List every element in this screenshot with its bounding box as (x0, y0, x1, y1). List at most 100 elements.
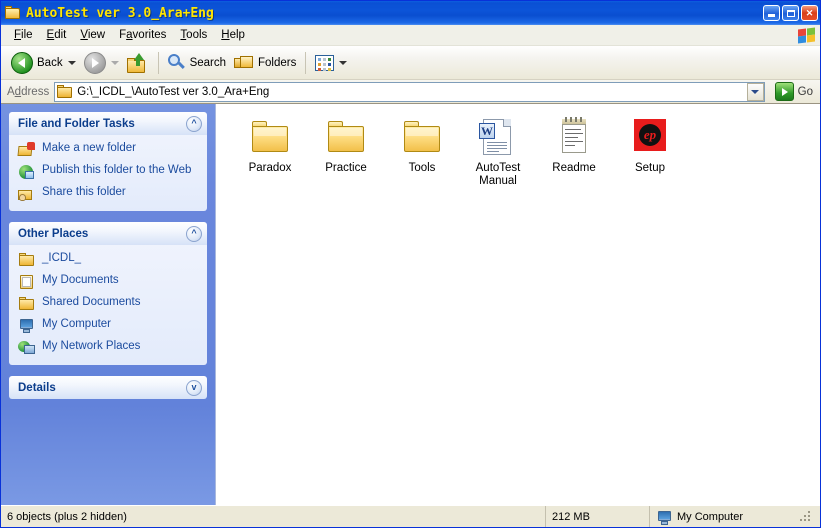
folder-icon (398, 116, 446, 158)
share-folder-icon (18, 186, 36, 202)
maximize-button[interactable] (782, 5, 799, 21)
list-item[interactable]: Practice (308, 116, 384, 188)
back-dropdown-caret-icon[interactable] (68, 61, 76, 65)
place-icdl[interactable]: _ICDL_ (18, 252, 199, 268)
list-item[interactable]: Tools (384, 116, 460, 188)
new-folder-icon (18, 142, 36, 158)
place-label-my-computer: My Computer (42, 318, 111, 331)
folders-button-label: Folders (258, 57, 296, 69)
list-item[interactable]: Readme (536, 116, 612, 188)
list-item[interactable]: W AutoTest Manual (460, 116, 536, 188)
up-button[interactable] (123, 49, 153, 77)
panel-title-details: Details (18, 382, 186, 394)
menu-tools[interactable]: Tools (173, 27, 214, 43)
panel-file-and-folder-tasks: File and Folder Tasks ^ Make a new folde… (9, 112, 207, 211)
forward-button[interactable] (80, 49, 123, 77)
panel-title-other-places: Other Places (18, 228, 186, 240)
window-folder-icon (5, 6, 21, 20)
close-button[interactable]: ✕ (801, 5, 818, 21)
folder-icon-2 (18, 296, 36, 312)
toolbar-separator-2 (305, 52, 306, 74)
item-label: AutoTest Manual (461, 162, 535, 188)
panel-other-places: Other Places ^ _ICDL_ My Documents Share… (9, 222, 207, 365)
back-button-label: Back (37, 57, 63, 69)
word-document-icon: W (474, 116, 522, 158)
status-location-label: My Computer (677, 511, 743, 523)
my-computer-icon (656, 510, 672, 524)
place-shared-documents[interactable]: Shared Documents (18, 296, 199, 312)
search-button-label: Search (190, 57, 226, 69)
menu-file[interactable]: File (7, 27, 40, 43)
status-bar: 6 objects (plus 2 hidden) 212 MB My Comp… (1, 505, 820, 527)
folders-icon (234, 55, 254, 71)
item-label: Tools (409, 162, 436, 175)
resize-grip[interactable] (800, 511, 812, 523)
task-share-this-folder[interactable]: Share this folder (18, 186, 199, 202)
window-controls: ✕ (763, 5, 818, 21)
publish-web-icon (18, 164, 36, 180)
task-make-new-folder[interactable]: Make a new folder (18, 142, 199, 158)
panel-header-file-and-folder-tasks[interactable]: File and Folder Tasks ^ (9, 112, 207, 135)
menu-bar: File Edit View Favorites Tools Help (1, 25, 820, 46)
list-item[interactable]: ep Setup (612, 116, 688, 188)
status-location: My Computer (650, 506, 820, 527)
status-objects: 6 objects (plus 2 hidden) (1, 506, 546, 527)
views-button[interactable] (311, 53, 351, 73)
views-icon (315, 55, 334, 71)
address-input[interactable]: G:\_ICDL_\AutoTest ver 3.0_Ara+Eng (54, 82, 764, 102)
place-my-network-places[interactable]: My Network Places (18, 340, 199, 356)
views-dropdown-caret-icon[interactable] (339, 61, 347, 65)
task-label-make-new-folder: Make a new folder (42, 142, 136, 155)
search-button[interactable]: Search (164, 49, 230, 77)
menu-view[interactable]: View (73, 27, 112, 43)
panel-header-details[interactable]: Details v (9, 376, 207, 399)
address-value: G:\_ICDL_\AutoTest ver 3.0_Ara+Eng (77, 86, 269, 98)
window-title: AutoTest ver 3.0_Ara+Eng (26, 6, 214, 21)
collapse-chevron-up-icon-2[interactable]: ^ (186, 226, 202, 242)
text-document-icon (550, 116, 598, 158)
menu-help[interactable]: Help (214, 27, 252, 43)
go-button-label: Go (798, 86, 813, 98)
task-label-publish-to-web: Publish this folder to the Web (42, 164, 191, 177)
folder-icon (246, 116, 294, 158)
forward-dropdown-caret-icon[interactable] (111, 61, 119, 65)
minimize-button[interactable] (763, 5, 780, 21)
window-body: File and Folder Tasks ^ Make a new folde… (1, 104, 820, 505)
list-item[interactable]: Paradox (232, 116, 308, 188)
search-icon (168, 54, 186, 72)
folders-button[interactable]: Folders (230, 49, 300, 77)
panel-details: Details v (9, 376, 207, 399)
explorer-window: AutoTest ver 3.0_Ara+Eng ✕ File Edit Vie… (0, 0, 821, 528)
place-my-documents[interactable]: My Documents (18, 274, 199, 290)
go-button[interactable]: Go (771, 82, 817, 101)
address-label: Address (4, 86, 54, 98)
expand-chevron-down-icon[interactable]: v (186, 380, 202, 396)
item-label: Practice (325, 162, 367, 175)
place-label-my-documents: My Documents (42, 274, 119, 287)
windows-logo-icon (796, 27, 816, 44)
file-list-view[interactable]: Paradox Practice Tools (215, 104, 820, 505)
place-my-computer[interactable]: My Computer (18, 318, 199, 334)
setup-icon-text: ep (639, 124, 661, 146)
back-button[interactable]: Back (7, 49, 80, 77)
menu-edit[interactable]: Edit (40, 27, 74, 43)
panel-header-other-places[interactable]: Other Places ^ (9, 222, 207, 245)
address-dropdown-button[interactable] (747, 83, 764, 101)
up-folder-icon (127, 53, 149, 73)
panel-body-file-and-folder-tasks: Make a new folder Publish this folder to… (9, 135, 207, 211)
address-folder-icon (57, 85, 73, 98)
menu-favorites[interactable]: Favorites (112, 27, 173, 43)
address-bar: Address G:\_ICDL_\AutoTest ver 3.0_Ara+E… (1, 80, 820, 104)
item-label: Setup (635, 162, 665, 175)
folder-icon (322, 116, 370, 158)
place-label-shared-documents: Shared Documents (42, 296, 140, 309)
application-icon: ep (626, 116, 674, 158)
collapse-chevron-up-icon[interactable]: ^ (186, 116, 202, 132)
forward-arrow-icon (84, 52, 106, 74)
my-computer-icon (18, 318, 36, 334)
my-network-places-icon (18, 340, 36, 356)
task-publish-to-web[interactable]: Publish this folder to the Web (18, 164, 199, 180)
title-bar[interactable]: AutoTest ver 3.0_Ara+Eng ✕ (1, 1, 820, 25)
item-label: Paradox (249, 162, 292, 175)
panel-body-other-places: _ICDL_ My Documents Shared Documents My … (9, 245, 207, 365)
